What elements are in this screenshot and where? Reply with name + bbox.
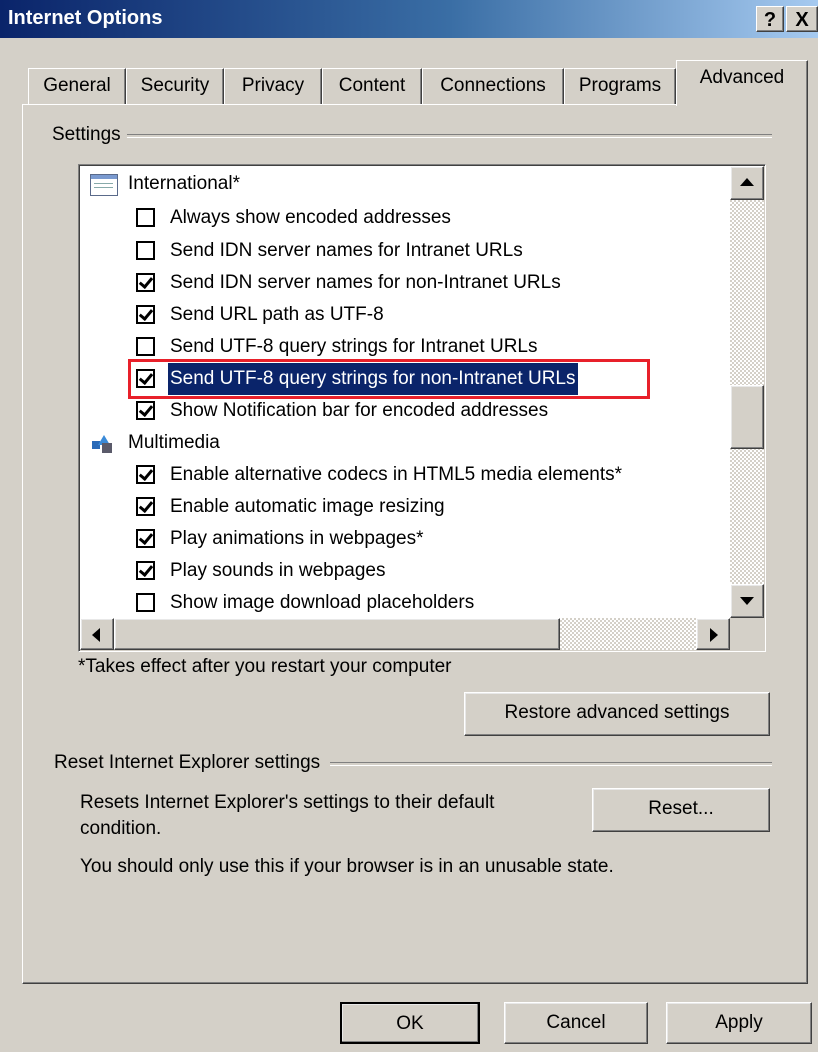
- scroll-thumb[interactable]: [730, 385, 764, 449]
- multimedia-icon: [92, 435, 112, 453]
- restore-advanced-settings-button[interactable]: Restore advanced settings: [464, 692, 770, 736]
- settings-group-divider: [52, 134, 772, 138]
- horizontal-scroll-thumb[interactable]: [114, 618, 560, 650]
- setting-label: Play sounds in webpages: [170, 560, 386, 581]
- restart-note: *Takes effect after you restart your com…: [78, 656, 452, 677]
- arrow-down-icon: [740, 597, 754, 605]
- scroll-left-button[interactable]: [80, 618, 114, 650]
- arrow-right-icon: [710, 628, 718, 642]
- reset-description: Resets Internet Explorer's settings to t…: [80, 792, 495, 839]
- scrollbar-corner: [730, 618, 764, 650]
- setting-label: Always show encoded addresses: [170, 207, 451, 228]
- setting-label: Play animations in webpages*: [170, 528, 424, 549]
- setting-label: Show image download placeholders: [170, 592, 475, 613]
- tab-privacy[interactable]: Privacy: [224, 68, 322, 104]
- tab-programs[interactable]: Programs: [564, 68, 676, 104]
- setting-label: Send IDN server names for Intranet URLs: [170, 240, 523, 261]
- reset-button[interactable]: Reset...: [592, 788, 770, 832]
- apply-button[interactable]: Apply: [666, 1002, 812, 1044]
- checkbox[interactable]: [136, 241, 155, 260]
- window-title: Internet Options: [8, 7, 163, 29]
- annotation-highlight-box: [128, 359, 650, 399]
- checkbox[interactable]: [136, 208, 155, 227]
- checkbox-checked[interactable]: [136, 401, 155, 420]
- help-button[interactable]: ?: [756, 6, 784, 32]
- checkbox-checked[interactable]: [136, 305, 155, 324]
- settings-group-label: Settings: [52, 124, 127, 146]
- tab-advanced[interactable]: Advanced: [676, 60, 808, 106]
- checkbox-checked[interactable]: [136, 561, 155, 580]
- arrow-left-icon: [92, 628, 100, 642]
- setting-label: Enable automatic image resizing: [170, 496, 445, 517]
- setting-label: Show Notification bar for encoded addres…: [170, 400, 549, 421]
- checkbox-checked[interactable]: [136, 465, 155, 484]
- close-button[interactable]: X: [786, 6, 818, 32]
- cancel-button[interactable]: Cancel: [504, 1002, 648, 1044]
- tab-connections[interactable]: Connections: [422, 68, 564, 104]
- reset-group-label: Reset Internet Explorer settings: [54, 752, 331, 774]
- ok-button[interactable]: OK: [340, 1002, 480, 1044]
- scroll-down-button[interactable]: [730, 584, 764, 618]
- settings-tree[interactable]: International* Always show encoded addre…: [80, 166, 764, 650]
- checkbox-checked[interactable]: [136, 273, 155, 292]
- checkbox-checked[interactable]: [136, 497, 155, 516]
- checkbox-checked[interactable]: [136, 529, 155, 548]
- scroll-up-button[interactable]: [730, 166, 764, 200]
- reset-warning: You should only use this if your browser…: [80, 856, 614, 877]
- scroll-right-button[interactable]: [696, 618, 730, 650]
- checkbox[interactable]: [136, 593, 155, 612]
- tab-security[interactable]: Security: [126, 68, 224, 104]
- setting-label: Send IDN server names for non-Intranet U…: [170, 272, 561, 293]
- checkbox[interactable]: [136, 337, 155, 356]
- tab-content[interactable]: Content: [322, 68, 422, 104]
- setting-label: Send URL path as UTF-8: [170, 304, 384, 325]
- arrow-up-icon: [740, 178, 754, 186]
- tab-general[interactable]: General: [28, 68, 126, 104]
- category-label: International*: [128, 173, 240, 194]
- page-icon: [90, 174, 118, 196]
- category-label: Multimedia: [128, 432, 220, 453]
- setting-label: Enable alternative codecs in HTML5 media…: [170, 464, 623, 485]
